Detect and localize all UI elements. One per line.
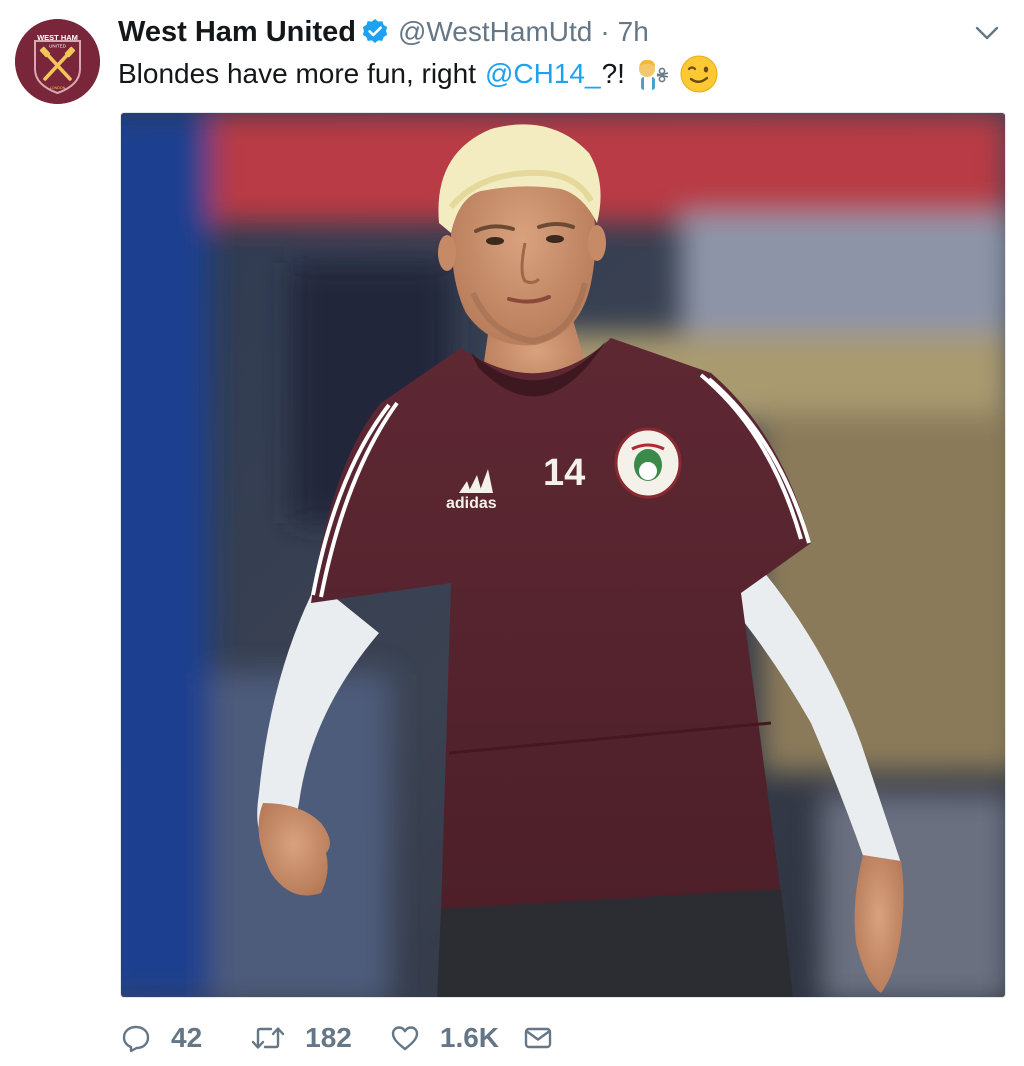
avatar[interactable]: WEST HAM UNITED LONDON (15, 19, 100, 104)
reply-button[interactable]: 42 (121, 1022, 202, 1054)
heart-icon (391, 1026, 419, 1051)
retweet-button[interactable]: 182 (251, 1022, 352, 1054)
tweet-text-tail: ?! (601, 58, 625, 89)
tweet-header: West Ham United @WestHamUtd · 7h (118, 14, 649, 50)
tweet-text: Blondes have more fun, right @CH14_ ?! (118, 54, 719, 94)
tweet-media-photo[interactable]: 14 adidas (120, 112, 1006, 998)
display-name[interactable]: West Ham United (118, 16, 356, 49)
like-button[interactable]: 1.6K (390, 1022, 499, 1054)
user-handle[interactable]: @WestHamUtd (398, 16, 592, 48)
mexico-crest-icon (614, 427, 682, 499)
hairdresser-emoji-icon (638, 59, 669, 90)
retweet-icon (251, 1027, 285, 1049)
crest-bottom-text: LONDON (50, 86, 66, 90)
tweet-action-bar: 42 182 1.6K (118, 1016, 553, 1060)
crest-sub-text: UNITED (49, 44, 67, 49)
crest-top-text: WEST HAM (37, 33, 78, 42)
retweet-count: 182 (305, 1022, 352, 1053)
shirt-number: 14 (543, 452, 585, 494)
west-ham-crest-icon: WEST HAM UNITED LONDON (15, 19, 100, 104)
winking-face-emoji-icon (680, 55, 718, 93)
direct-message-button[interactable] (523, 1023, 553, 1053)
reply-icon (122, 1025, 150, 1053)
shirt-brand: adidas (446, 495, 497, 512)
mention-link[interactable]: @CH14_ (485, 54, 601, 94)
separator-dot: · (600, 16, 610, 47)
verified-badge-icon (362, 19, 388, 43)
player-photo: 14 adidas (121, 113, 1005, 997)
tweet-text-body: Blondes have more fun, right (118, 58, 476, 89)
timestamp[interactable]: 7h (618, 16, 649, 48)
reply-count: 42 (171, 1022, 203, 1053)
chevron-down-icon[interactable] (974, 22, 1000, 44)
like-count: 1.6K (439, 1022, 500, 1053)
envelope-icon (524, 1027, 552, 1049)
